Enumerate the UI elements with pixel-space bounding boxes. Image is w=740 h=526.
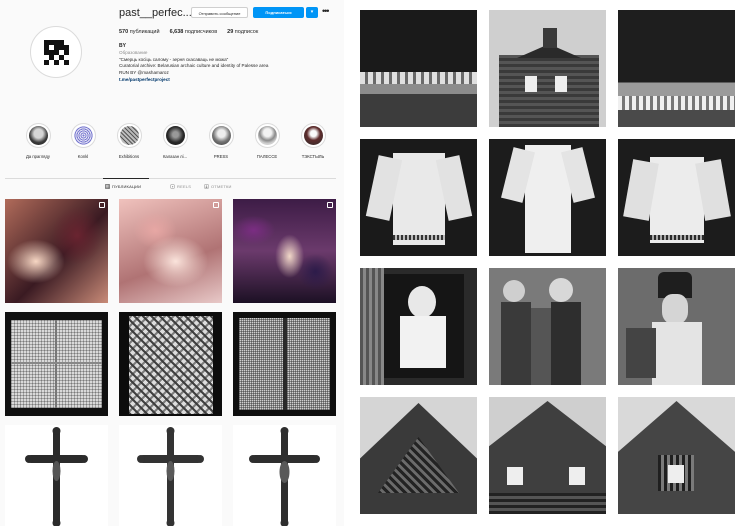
photo-embroidered-blouse[interactable] — [618, 139, 735, 256]
tab-reels[interactable]: REELS — [170, 184, 191, 189]
profile-bio: BY Образование "Смерць косіць салому - з… — [119, 43, 334, 84]
message-button[interactable]: Отправить сообщение — [191, 7, 248, 18]
tab-tagged-label: ОТМЕТКИ — [211, 184, 232, 189]
multiple-images-icon — [99, 202, 105, 208]
highlight-item[interactable]: Konkl — [63, 123, 103, 159]
crucifix-icon — [249, 427, 320, 526]
highlight-label: Да прагляду — [26, 154, 50, 159]
more-options-icon[interactable]: ••• — [322, 6, 330, 16]
highlight-cover — [28, 126, 48, 145]
highlight-cover — [119, 126, 139, 145]
tab-tagged[interactable]: ОТМЕТКИ — [204, 184, 232, 189]
following-count: 29 — [227, 29, 234, 35]
active-tab-indicator — [103, 178, 149, 179]
crucifix-icon — [137, 427, 204, 526]
profile-stats: 570 публикаций 6,638 подписчиков 29 подп… — [119, 29, 258, 35]
following-stat[interactable]: 29 подписок — [227, 29, 258, 35]
profile-username: past__perfec... — [119, 7, 192, 19]
photo-old-man-child[interactable] — [618, 268, 735, 385]
bio-quote: "Смерць косіць салому - зерня скасаваць … — [119, 56, 229, 62]
posts-grid — [5, 199, 336, 526]
posts-label: публикаций — [129, 29, 160, 35]
photo-carved-gable-3[interactable] — [618, 397, 735, 514]
post-thumbnail[interactable] — [119, 312, 222, 416]
instagram-profile-panel: past__perfec... Отправить сообщение Подп… — [0, 0, 344, 526]
highlight-cover — [73, 126, 93, 145]
highlight-label: Exhibitions — [118, 154, 140, 159]
followers-stat[interactable]: 6,638 подписчиков — [170, 29, 218, 35]
photo-forest-sheep[interactable] — [360, 10, 477, 127]
photo-child-window[interactable] — [360, 268, 477, 385]
suggestions-dropdown-button[interactable]: ▾ — [306, 7, 318, 18]
tab-posts-label: ПУБЛИКАЦИИ — [112, 184, 142, 189]
photo-carved-gable-2[interactable] — [489, 397, 606, 514]
bio-run-by: RUN BY @mashamaroz — [119, 70, 169, 76]
highlight-item[interactable]: Exhibitions — [109, 123, 149, 159]
post-thumbnail[interactable] — [119, 199, 222, 303]
tab-reels-label: REELS — [177, 184, 192, 189]
highlight-label: Калазан лі... — [162, 154, 188, 159]
highlight-label: Konkl — [77, 154, 89, 159]
multiple-images-icon — [327, 202, 333, 208]
bio-name: BY — [119, 43, 126, 49]
highlight-label: PRESS — [213, 154, 229, 159]
post-thumbnail[interactable] — [233, 199, 336, 303]
profile-avatar[interactable] — [30, 26, 82, 78]
highlight-item[interactable]: Калазан лі... — [155, 123, 195, 159]
posts-stat: 570 публикаций — [119, 29, 160, 35]
highlight-cover — [211, 126, 231, 145]
bio-category: Образование — [119, 49, 148, 55]
post-thumbnail[interactable] — [5, 199, 108, 303]
profile-tabs: ПУБЛИКАЦИИ REELS ОТМЕТКИ — [5, 178, 336, 194]
photo-embroidered-shirt[interactable] — [360, 139, 477, 256]
highlight-cover — [303, 126, 323, 145]
follow-button[interactable]: Подписаться — [253, 7, 304, 18]
logo-icon — [43, 39, 69, 65]
highlight-cover — [257, 126, 277, 145]
tag-person-icon — [204, 184, 209, 189]
story-highlights: Да прагляду Konkl Exhibitions Калазан лі… — [18, 123, 336, 165]
tab-posts[interactable]: ПУБЛИКАЦИИ — [105, 184, 141, 189]
reels-icon — [170, 184, 175, 189]
post-thumbnail[interactable] — [5, 312, 108, 416]
bio-description: Curatorial archive: Belarusian archaic c… — [119, 63, 269, 69]
followers-label: подписчиков — [184, 29, 218, 35]
highlight-item[interactable]: ПАЛЕССЕ — [247, 123, 287, 159]
posts-count: 570 — [119, 29, 129, 35]
following-label: подписок — [234, 29, 259, 35]
highlight-label: ТЭКСТЫЛЬ — [301, 154, 325, 159]
archive-photo-grid — [354, 0, 740, 526]
multiple-images-icon — [213, 202, 219, 208]
grid-icon — [105, 184, 110, 189]
post-thumbnail[interactable] — [233, 425, 336, 526]
crucifix-icon — [25, 427, 88, 526]
highlight-cover — [165, 126, 185, 145]
photo-family-group[interactable] — [489, 268, 606, 385]
photo-carved-gable-1[interactable] — [360, 397, 477, 514]
photo-linen-tunic[interactable] — [489, 139, 606, 256]
photo-forest-flock[interactable] — [618, 10, 735, 127]
highlight-item[interactable]: Да прагляду — [18, 123, 58, 159]
highlight-item[interactable]: ТЭКСТЫЛЬ — [293, 123, 333, 159]
post-thumbnail[interactable] — [5, 425, 108, 526]
followers-count: 6,638 — [169, 29, 184, 35]
photo-wooden-church[interactable] — [489, 10, 606, 127]
post-thumbnail[interactable] — [233, 312, 336, 416]
bio-link[interactable]: t.me/pastperfectproject — [119, 77, 334, 84]
highlight-label: ПАЛЕССЕ — [256, 154, 278, 159]
highlight-item[interactable]: PRESS — [201, 123, 241, 159]
post-thumbnail[interactable] — [119, 425, 222, 526]
